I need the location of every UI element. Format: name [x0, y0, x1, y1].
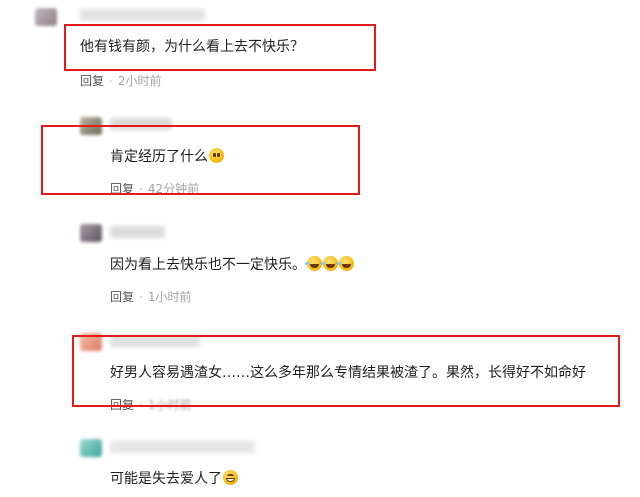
username-blurred[interactable]: [110, 226, 165, 238]
timestamp: 1小时前: [147, 290, 192, 304]
username-blurred[interactable]: [110, 441, 255, 453]
comment-text: 因为看上去快乐也不一定快乐。: [110, 256, 354, 274]
grinning-face-icon: [223, 470, 238, 485]
comment-meta: 回复 · 1小时前: [110, 290, 192, 304]
highlight-box: [41, 125, 360, 195]
laughing-tears-icon: [337, 256, 354, 271]
comment-meta: 回复 · 2小时前: [80, 74, 162, 88]
avatar[interactable]: [35, 8, 57, 26]
avatar[interactable]: [80, 439, 102, 457]
comment-text: 可能是失去爱人了: [110, 470, 238, 488]
timestamp: 2小时前: [117, 74, 162, 88]
reply-button[interactable]: 回复: [80, 74, 104, 88]
highlight-box: [72, 335, 620, 407]
reply-button[interactable]: 回复: [110, 290, 134, 304]
avatar[interactable]: [80, 224, 102, 242]
laughing-tears-icon: [321, 256, 338, 271]
laughing-tears-icon: [305, 256, 322, 271]
highlight-box: [64, 24, 376, 71]
username-blurred[interactable]: [80, 9, 205, 21]
